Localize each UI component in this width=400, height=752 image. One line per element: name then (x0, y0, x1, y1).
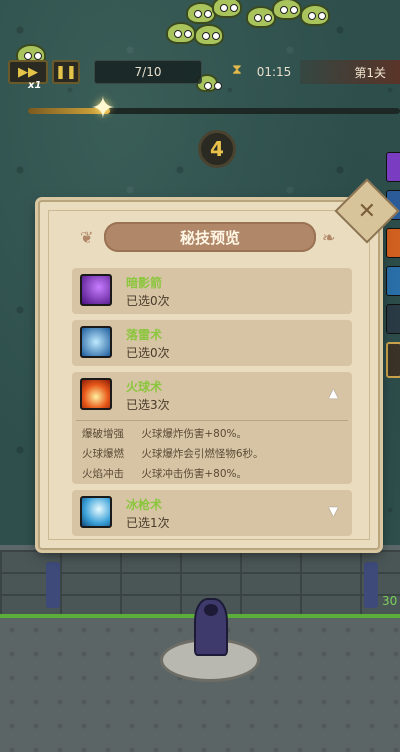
slime-enemy (272, 0, 302, 20)
speed-multiplier: x1 (28, 80, 42, 91)
fast-forward-icon: ▶▶ (18, 64, 38, 80)
wall-banner (364, 562, 378, 608)
skill-preview-modal: ❦ 秘技预览 ❧ ✕ 暗影箭 已选0次 落雷术 已选0次 火球术 已选3次 ▲ … (38, 178, 400, 550)
side-skill-slot[interactable] (386, 266, 400, 296)
countdown-badge: 4 (198, 130, 236, 168)
shadow-arrow-icon (80, 274, 112, 306)
collapse-arrow-icon[interactable]: ▲ (329, 386, 338, 400)
level-label: 第1关 (300, 60, 400, 84)
skill-card-shadow-arrow[interactable]: 暗影箭 已选0次 (72, 268, 352, 314)
lightning-icon (80, 326, 112, 358)
side-skill-slot[interactable] (386, 228, 400, 258)
skill-name: 火球术 (126, 380, 163, 394)
skill-name: 暗影箭 (126, 276, 163, 290)
slime-enemy (212, 0, 242, 18)
skill-count: 已选3次 (126, 398, 170, 412)
side-skill-slot[interactable] (386, 152, 400, 182)
wall-banner (46, 562, 60, 608)
detail-row: 爆破增强 火球爆炸伤害+80%。 (82, 426, 247, 441)
detail-divider (76, 420, 348, 421)
skill-card-ice-spear[interactable]: 冰枪术 已选1次 ▼ (72, 490, 352, 536)
skill-count: 已选0次 (126, 294, 170, 308)
hp-text: 30 (382, 594, 398, 608)
expand-arrow-icon[interactable]: ▼ (329, 504, 338, 518)
skill-count: 已选1次 (126, 516, 170, 530)
timer-text: 01:15 (256, 65, 292, 79)
detail-desc: 火球冲击伤害+80%。 (141, 468, 247, 480)
slime-enemy (300, 4, 330, 26)
side-skill-slot[interactable] (386, 304, 400, 334)
wave-progress-text: 7/10 (134, 65, 162, 79)
countdown-number: 4 (210, 137, 224, 161)
slime-enemy (166, 22, 196, 44)
close-icon: ✕ (357, 198, 377, 224)
skill-name: 落雷术 (126, 328, 163, 342)
skill-count: 已选0次 (126, 346, 170, 360)
ornament-right-icon: ❧ (322, 228, 336, 247)
detail-row: 火球爆燃 火球爆炸会引燃怪物6秒。 (82, 446, 264, 461)
skill-card-lightning[interactable]: 落雷术 已选0次 (72, 320, 352, 366)
hourglass-icon: ⧗ (232, 62, 242, 78)
slime-enemy (194, 24, 224, 46)
modal-title-text: 秘技预览 (179, 228, 240, 247)
wizard-hero[interactable] (194, 598, 228, 656)
fireball-icon (80, 378, 112, 410)
pause-button[interactable]: ❚❚ (52, 60, 80, 84)
speed-button[interactable]: ▶▶ x1 (8, 60, 48, 91)
detail-desc: 火球爆炸会引燃怪物6秒。 (141, 448, 264, 460)
skill-name: 冰枪术 (126, 498, 163, 512)
ornament-left-icon: ❦ (80, 228, 94, 247)
detail-desc: 火球爆炸伤害+80%。 (141, 428, 247, 440)
detail-row: 火焰冲击 火球冲击伤害+80%。 (82, 466, 247, 481)
level-progress-track (28, 108, 400, 114)
pause-icon: ❚❚ (55, 64, 77, 80)
ice-spear-icon (80, 496, 112, 528)
camera-button[interactable] (386, 342, 400, 378)
detail-name: 火焰冲击 (82, 468, 124, 480)
wave-progress-bar: 7/10 (94, 60, 202, 84)
timer-bar: 01:15 (250, 60, 298, 84)
level-text: 第1关 (354, 65, 386, 80)
detail-name: 爆破增强 (82, 428, 124, 440)
sparkle-icon: ✦ (90, 91, 116, 126)
detail-name: 火球爆燃 (82, 448, 124, 460)
modal-title: 秘技预览 (104, 222, 316, 252)
